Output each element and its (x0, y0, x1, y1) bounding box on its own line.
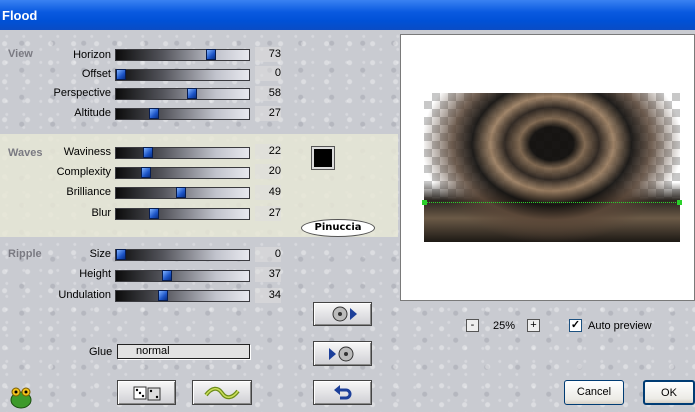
horizon-slider[interactable] (115, 49, 250, 61)
watermark-badge: Pinuccia (301, 219, 375, 237)
horizon-handle-left[interactable] (422, 200, 427, 205)
undo-arrow-icon (333, 384, 351, 399)
slider-thumb[interactable] (161, 270, 172, 281)
horizon-handle-right[interactable] (677, 200, 682, 205)
param-value[interactable]: 0 (255, 66, 281, 81)
disc-load-icon (332, 306, 357, 322)
slider-thumb[interactable] (140, 167, 151, 178)
glue-label: Glue (89, 346, 113, 358)
param-label: Undulation (58, 289, 111, 301)
param-label: Brilliance (66, 186, 111, 198)
param-value[interactable]: 58 (255, 86, 281, 101)
zoom-level: 25% (493, 320, 516, 332)
param-value[interactable]: 0 (255, 247, 281, 262)
param-value[interactable]: 73 (255, 47, 281, 62)
param-value[interactable]: 22 (255, 144, 281, 159)
param-label: Horizon (73, 49, 111, 61)
param-label: Complexity (56, 166, 111, 178)
param-label: Waviness (63, 146, 111, 158)
load-settings-button[interactable] (313, 302, 372, 326)
slider-thumb[interactable] (116, 69, 126, 80)
dice-icon (133, 386, 160, 400)
waviness-slider[interactable] (115, 147, 250, 159)
param-label: Blur (91, 207, 111, 219)
ok-button[interactable]: OK (643, 380, 695, 405)
auto-preview-checkbox[interactable]: ✓ (569, 319, 582, 332)
slider-thumb[interactable] (149, 108, 160, 119)
zoom-in-button[interactable]: + (527, 319, 540, 332)
blur-slider[interactable] (115, 208, 250, 220)
window-titlebar: Flood (0, 0, 695, 30)
window-title: Flood (2, 8, 38, 23)
slider-thumb[interactable] (143, 147, 154, 158)
param-value[interactable]: 49 (255, 185, 281, 200)
param-value[interactable]: 34 (255, 288, 281, 303)
param-label: Size (89, 248, 111, 260)
offset-slider[interactable] (115, 69, 250, 81)
size-slider[interactable] (115, 249, 250, 261)
param-label: Height (79, 268, 111, 280)
slider-thumb[interactable] (149, 208, 160, 219)
auto-preview-label: Auto preview (588, 320, 652, 332)
reset-button[interactable] (192, 380, 252, 405)
param-value[interactable]: 20 (255, 164, 281, 179)
frog-icon[interactable] (8, 384, 34, 410)
slider-thumb[interactable] (176, 187, 187, 198)
param-value[interactable]: 27 (255, 206, 281, 221)
perspective-slider[interactable] (115, 88, 250, 100)
horizon-guide-line[interactable] (425, 202, 680, 203)
wave-color-swatch[interactable] (311, 146, 335, 170)
param-value[interactable]: 27 (255, 106, 281, 121)
slider-thumb[interactable] (157, 290, 168, 301)
slider-thumb[interactable] (205, 49, 216, 60)
param-label: Perspective (53, 87, 111, 99)
undo-button[interactable] (313, 380, 372, 405)
brilliance-slider[interactable] (115, 187, 250, 199)
param-value[interactable]: 37 (255, 267, 281, 282)
slider-thumb[interactable] (116, 249, 126, 260)
wave-icon (204, 386, 240, 399)
random-button[interactable] (117, 380, 176, 405)
preview-image[interactable] (424, 93, 680, 242)
complexity-slider[interactable] (115, 167, 250, 179)
cancel-button[interactable]: Cancel (564, 380, 624, 405)
glue-select[interactable]: normal (117, 344, 250, 359)
height-slider[interactable] (115, 270, 250, 282)
param-label: Altitude (74, 107, 111, 119)
save-settings-button[interactable] (313, 341, 372, 366)
param-label: Offset (81, 68, 111, 80)
disc-save-icon (328, 346, 353, 361)
undulation-slider[interactable] (115, 290, 250, 302)
slider-thumb[interactable] (187, 88, 198, 99)
altitude-slider[interactable] (115, 108, 250, 120)
zoom-out-button[interactable]: - (466, 319, 479, 332)
